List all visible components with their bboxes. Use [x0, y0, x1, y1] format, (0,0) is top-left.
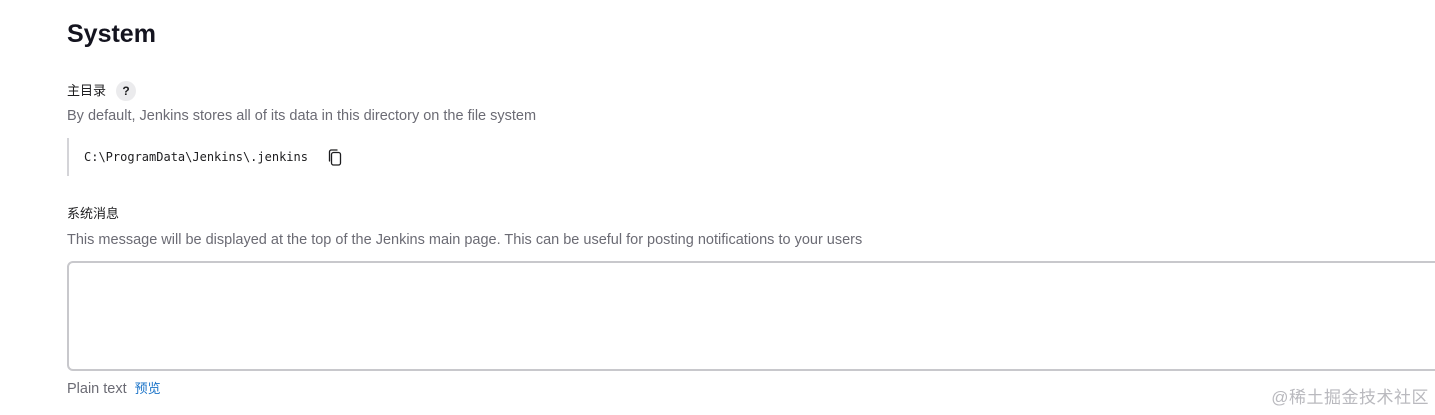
system-message-description: This message will be displayed at the to…: [67, 232, 863, 248]
copy-icon-graphic: [328, 148, 342, 166]
home-directory-description: By default, Jenkins stores all of its da…: [67, 108, 537, 124]
home-directory-path-block: C:\ProgramData\Jenkins\.jenkins: [67, 138, 344, 176]
home-directory-help-button[interactable]: ?: [116, 81, 137, 101]
system-message-label: 系统消息: [67, 206, 120, 221]
home-directory-label-row: 主目录 ?: [67, 81, 137, 101]
markup-format-row: Plain text 预览: [67, 379, 161, 399]
system-message-label-row: 系统消息: [67, 205, 119, 223]
system-message-textarea[interactable]: [67, 261, 1435, 371]
preview-link[interactable]: 预览: [135, 379, 161, 399]
watermark: @稀土掘金技术社区: [1271, 388, 1429, 407]
home-directory-path: C:\ProgramData\Jenkins\.jenkins: [84, 150, 308, 164]
home-directory-label: 主目录: [67, 83, 107, 98]
page-title: System: [67, 20, 156, 48]
markup-format-label: Plain text: [67, 381, 127, 397]
copy-icon[interactable]: [326, 147, 344, 167]
